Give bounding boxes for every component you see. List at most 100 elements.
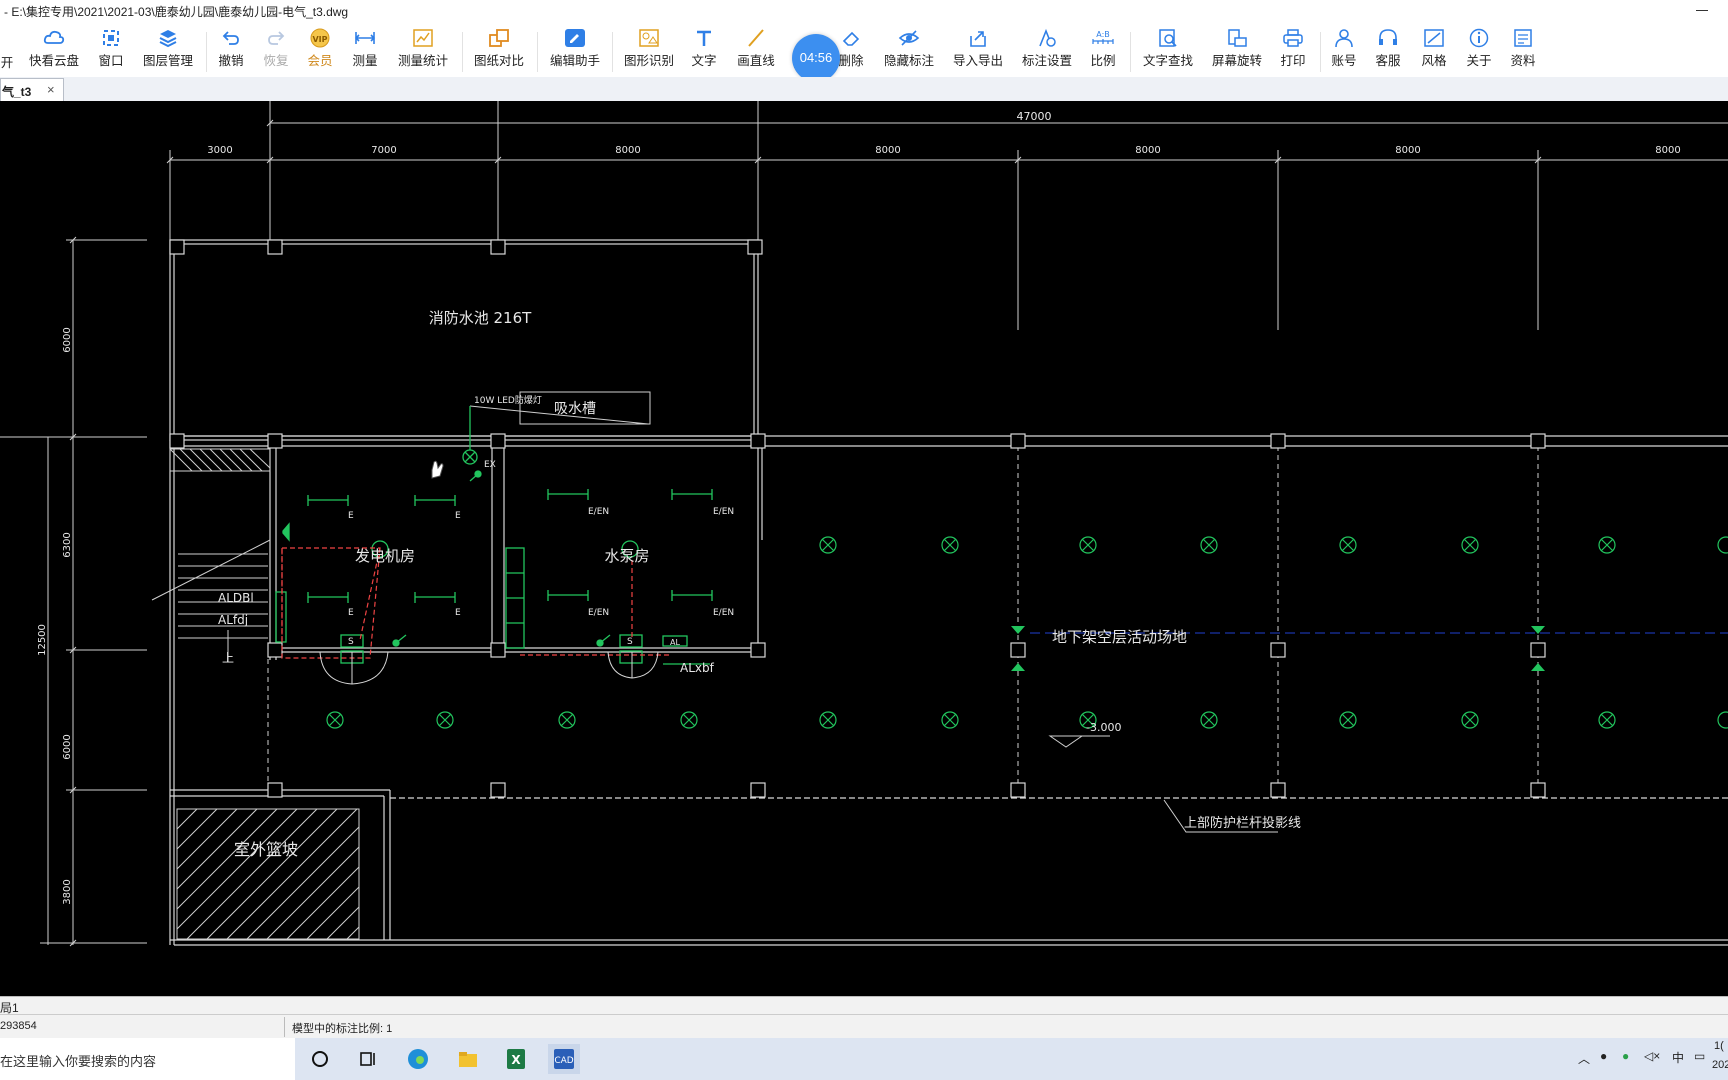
network-icon[interactable]: ▭: [1694, 1049, 1705, 1063]
os-taskbar: 在这里输入你要搜索的内容 X CAD ︿ ● ● ◁× 中 ▭ 1( 202: [0, 1038, 1728, 1080]
taskbar-search-box[interactable]: 在这里输入你要搜索的内容: [0, 1038, 295, 1080]
panel-label: ALDBl: [218, 591, 254, 605]
light-label: E: [348, 608, 354, 618]
search-placeholder: 在这里输入你要搜索的内容: [0, 1054, 157, 1069]
resources-button[interactable]: 资料: [1509, 26, 1537, 74]
status-bar: 293854 模型中的标注比例: 1: [0, 1014, 1728, 1039]
edge-browser-icon[interactable]: [402, 1044, 434, 1074]
shape-recognize-button[interactable]: 图形识别: [622, 26, 676, 74]
dim-label-vertical: 3800: [62, 879, 73, 904]
file-explorer-icon[interactable]: [452, 1044, 484, 1074]
edit-assistant-button[interactable]: 编辑助手: [548, 26, 602, 74]
led-light-label: 10W LED防爆灯: [474, 394, 542, 406]
vip-button[interactable]: VIP 会员: [306, 26, 334, 74]
light-label: E: [455, 511, 461, 521]
text-button[interactable]: 文字: [690, 26, 718, 74]
measure-button[interactable]: 测量: [351, 26, 379, 74]
ime-indicator[interactable]: 中: [1672, 1049, 1684, 1066]
draw-line-button[interactable]: 画直线: [736, 26, 776, 74]
clock-date[interactable]: 202: [1712, 1059, 1728, 1071]
redo-button[interactable]: 恢复: [262, 26, 290, 74]
cad-app-icon[interactable]: CAD: [548, 1044, 580, 1074]
tab-document[interactable]: 气_t3 ×: [0, 78, 64, 101]
dim-label: 8000: [1655, 145, 1680, 156]
customer-service-button[interactable]: 客服: [1374, 26, 1402, 74]
measure-stats-button[interactable]: 测量统计: [396, 26, 450, 74]
text-search-button[interactable]: 文字查找: [1141, 26, 1195, 74]
dim-label-vertical: 12500: [37, 624, 48, 656]
import-export-icon: [970, 31, 986, 47]
document-tab-bar: 气_t3 ×: [0, 77, 1728, 102]
import-export-button[interactable]: 导入导出: [951, 26, 1005, 74]
compare-button[interactable]: 图纸对比: [472, 26, 526, 74]
toolbar-divider: [1130, 32, 1131, 72]
hide-annotation-button[interactable]: 隐藏标注: [882, 26, 936, 74]
system-tray: ︿ ● ● ◁× 中 ▭ 1( 202: [1578, 1038, 1728, 1080]
drawing-canvas[interactable]: 47000 3000 7000 8000 8000 8000 8000 8000…: [0, 101, 1728, 996]
info-icon: [1469, 28, 1489, 48]
ex-label: EX: [484, 460, 496, 470]
toolbar-divider: [206, 32, 207, 72]
annotation-settings-button[interactable]: 标注设置: [1020, 26, 1074, 74]
outdoor-ramp: [176, 808, 360, 940]
close-tab-icon[interactable]: ×: [47, 82, 55, 97]
dim-label: 8000: [1135, 145, 1160, 156]
svg-text:VIP: VIP: [312, 35, 327, 44]
compare-icon: [489, 29, 509, 47]
elevation-label: -3.000: [1086, 721, 1121, 734]
microphone-icon[interactable]: ●: [1600, 1049, 1607, 1063]
toolbar-divider: [1320, 32, 1321, 72]
ceiling-lights-row-2: [326, 711, 1728, 729]
light-label: E/EN: [588, 608, 609, 618]
panel-label: ALxbf: [680, 661, 715, 675]
dimension-lines: [0, 101, 1728, 945]
redo-icon: [268, 31, 285, 45]
window-button[interactable]: 窗口: [96, 26, 126, 74]
main-toolbar: 开 快看云盘 窗口 图层管理 撤销 恢复 VIP 会员 测量 测量统计 图纸对比…: [0, 22, 1728, 82]
eraser-icon: [842, 31, 860, 46]
print-button[interactable]: 打印: [1279, 26, 1307, 74]
headset-icon: [1379, 29, 1397, 45]
toolbar-divider: [537, 32, 538, 72]
cad-drawing[interactable]: 47000 3000 7000 8000 8000 8000 8000 8000…: [0, 101, 1728, 996]
cortana-icon[interactable]: [304, 1044, 336, 1074]
delete-button[interactable]: 删除: [837, 26, 865, 74]
wechat-icon[interactable]: ●: [1622, 1049, 1629, 1063]
panel-label: ALfdj: [218, 613, 248, 627]
chevron-up-icon[interactable]: ︿: [1578, 1050, 1590, 1067]
dim-label: 8000: [1395, 145, 1420, 156]
undo-button[interactable]: 撤销: [217, 26, 245, 74]
style-icon: [1424, 29, 1444, 47]
account-button[interactable]: 账号: [1330, 26, 1358, 74]
shape-recognize-icon: [639, 29, 659, 47]
dim-label: 8000: [615, 145, 640, 156]
clock-time[interactable]: 1(: [1714, 1040, 1724, 1052]
minimize-button[interactable]: [1696, 10, 1708, 11]
outdoor-ramp-label: 室外篮坡: [234, 840, 298, 859]
svg-text:A:B: A:B: [1096, 30, 1110, 39]
excel-icon[interactable]: X: [500, 1044, 532, 1074]
status-divider: [284, 1017, 285, 1037]
open-button[interactable]: 开: [0, 26, 14, 74]
cloud-disk-button[interactable]: 快看云盘: [26, 26, 82, 74]
generator-room-label: 发电机房: [355, 547, 415, 565]
about-button[interactable]: 关于: [1465, 26, 1493, 74]
style-button[interactable]: 风格: [1420, 26, 1448, 74]
dim-label: 8000: [875, 145, 900, 156]
pump-room-label: 水泵房: [604, 547, 649, 565]
task-view-icon[interactable]: [352, 1044, 384, 1074]
measure-icon: [354, 32, 376, 44]
screen-rotate-button[interactable]: 屏幕旋转: [1210, 26, 1264, 74]
vip-icon: VIP: [310, 28, 330, 48]
volume-icon[interactable]: ◁×: [1644, 1049, 1660, 1063]
dim-label: 7000: [371, 145, 396, 156]
annotation-scale-text: 模型中的标注比例: 1: [292, 1023, 393, 1035]
layer-manager-button[interactable]: 图层管理: [141, 26, 195, 74]
scale-button[interactable]: A:B 比例: [1089, 26, 1117, 74]
scale-icon: A:B: [1092, 30, 1114, 44]
timer-badge[interactable]: 04:56: [792, 34, 840, 82]
layers-icon: [159, 30, 177, 48]
title-bar: - E:\集控专用\2021\2021-03\鹿泰幼儿园\鹿泰幼儿园-电气_t3…: [0, 0, 1728, 22]
print-icon: [1283, 29, 1303, 47]
edit-assistant-icon: [565, 29, 585, 47]
